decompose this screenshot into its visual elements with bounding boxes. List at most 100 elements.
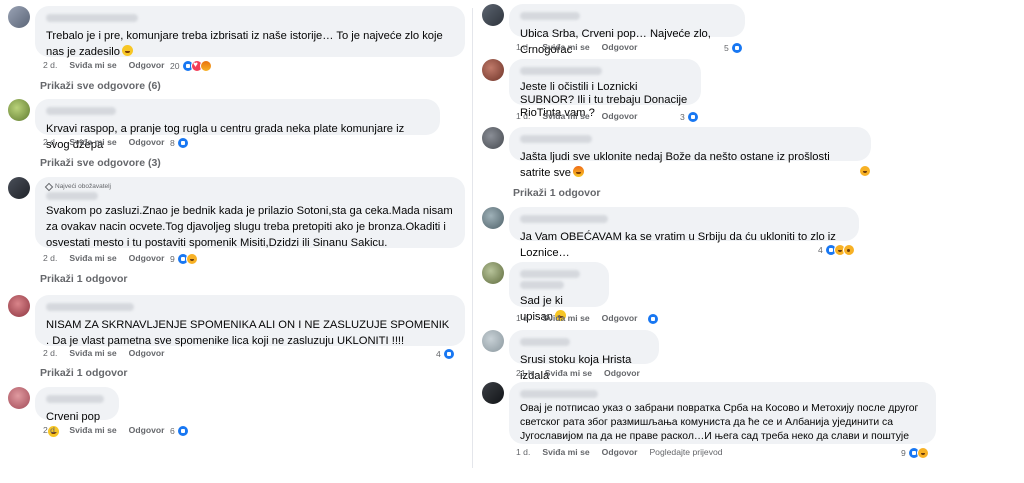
reaction-count: 6 [170,426,175,436]
author-name[interactable] [520,12,580,20]
show-replies-link[interactable]: Prikaži sve odgovore (3) [40,157,161,169]
show-replies-link[interactable]: Prikaži 1 odgovor [40,273,128,285]
haha-reaction-icon [916,447,929,459]
author-name[interactable] [520,390,598,398]
reaction-summary[interactable]: 4 [818,244,855,256]
avatar[interactable] [482,262,504,284]
avatar[interactable] [482,4,504,26]
reaction-count: 9 [170,254,175,264]
reaction-count: 5 [724,43,729,53]
comment-bubble: Jašta ljudi sve uklonite nedaj Bože da n… [509,127,871,179]
like-button[interactable]: Sviđa mi se [69,425,116,435]
like-reaction-icon [442,348,455,360]
like-button[interactable]: Sviđa mi se [542,111,589,121]
reaction-summary[interactable]: 20 [170,60,212,72]
reply-button[interactable]: Odgovor [602,313,638,323]
reply-button[interactable]: Odgovor [602,111,638,121]
show-replies-link[interactable]: Prikaži 1 odgovor [513,187,601,199]
like-button[interactable]: Sviđa mi se [542,313,589,323]
column-divider [472,8,473,468]
like-button[interactable]: Sviđa mi se [69,348,116,358]
avatar[interactable] [8,99,30,121]
timestamp[interactable]: 2 d. [43,137,57,147]
author-name[interactable] [46,107,116,115]
like-button[interactable]: Sviđa mi se [69,253,116,263]
comment-actions: 1 d. Sviđa mi se Odgovor Pogledajte prij… [516,447,723,457]
author-name[interactable] [520,270,580,278]
reaction-count: 8 [170,138,175,148]
timestamp[interactable]: 1 d. [516,111,530,121]
reaction-summary[interactable] [647,313,659,325]
comment-actions: 21 h Sviđa mi se Odgovor [516,368,640,378]
haha-reaction-icon [859,165,871,177]
comment-text: Ja Vam OBEĆAVAM ka se vratim u Srbiju da… [520,231,836,259]
reply-button[interactable]: Odgovor [602,447,638,457]
timestamp[interactable]: 2 d. [43,60,57,70]
like-button[interactable]: Sviđa mi se [545,368,592,378]
avatar[interactable] [482,382,504,404]
timestamp[interactable]: 1 d. [516,313,530,323]
author-name[interactable] [520,338,570,346]
avatar[interactable] [8,6,30,28]
avatar[interactable] [8,387,30,409]
reply-button[interactable]: Odgovor [129,425,165,435]
comment-actions: 2 d. Sviđa mi se Odgovor [43,137,164,147]
reaction-summary[interactable]: 9 [901,447,929,459]
author-name[interactable] [520,215,608,223]
like-reaction-icon [686,111,699,123]
wow-reaction-icon [842,244,855,256]
like-button[interactable]: Sviđa mi se [69,60,116,70]
like-button[interactable]: Sviđa mi se [69,137,116,147]
see-translation-link[interactable]: Pogledajte prijevod [649,447,722,457]
comment-actions: 2 d. Sviđa mi se Odgovor [43,253,164,263]
author-name[interactable] [46,14,138,22]
angry-emoji-icon [572,166,584,177]
reply-button[interactable]: Odgovor [129,137,165,147]
reaction-summary[interactable]: 5 [724,42,743,54]
like-button[interactable]: Sviđa mi se [542,447,589,457]
diamond-icon [44,182,54,191]
timestamp[interactable]: 2 d. [43,253,57,263]
comment-text: Jašta ljudi sve uklonite nedaj Bože da n… [520,151,830,179]
avatar[interactable] [8,295,30,317]
reaction-summary[interactable]: 9 [170,253,198,265]
reaction-summary[interactable]: 8 [170,137,189,149]
like-reaction-icon [730,42,743,54]
avatar[interactable] [482,330,504,352]
avatar[interactable] [482,59,504,81]
reaction-summary[interactable]: 3 [680,111,699,123]
author-name[interactable] [520,281,564,289]
timestamp[interactable]: 2 d. [43,425,57,435]
author-name[interactable] [46,303,134,311]
avatar[interactable] [482,127,504,149]
show-replies-link[interactable]: Prikaži sve odgovore (6) [40,80,161,92]
reaction-summary[interactable]: 4 [436,348,455,360]
haha-reaction-icon [185,253,198,265]
reply-button[interactable]: Odgovor [129,60,165,70]
timestamp[interactable]: 1 d. [516,42,530,52]
left-comments-column: Trebalo je i pre, komunjare treba izbris… [0,0,470,483]
comment-bubble: Ja Vam OBEĆAVAM ka se vratim u Srbiju da… [509,207,859,259]
reaction-summary[interactable]: 6 [170,425,189,437]
timestamp[interactable]: 21 h [516,368,533,378]
reply-button[interactable]: Odgovor [129,253,165,263]
comment-bubble: Srusi stoku koja Hrista izdala [509,330,659,382]
timestamp[interactable]: 2 d. [43,348,57,358]
comment-actions: 1 d. Sviđa mi se Odgovor [516,313,637,323]
author-name[interactable] [46,395,104,403]
reaction-count: 4 [818,245,823,255]
avatar[interactable] [8,177,30,199]
author-name[interactable] [520,135,592,143]
comment-actions: 2 d. Sviđa mi se Odgovor [43,348,164,358]
reply-button[interactable]: Odgovor [129,348,165,358]
reply-button[interactable]: Odgovor [602,42,638,52]
like-button[interactable]: Sviđa mi se [542,42,589,52]
timestamp[interactable]: 1 d. [516,447,530,457]
show-replies-link[interactable]: Prikaži 1 odgovor [40,367,128,379]
author-name[interactable] [46,192,98,200]
comment-actions: 2 d. Sviđa mi se Odgovor [43,60,164,70]
avatar[interactable] [482,207,504,229]
reaction-summary[interactable] [859,165,871,177]
reply-button[interactable]: Odgovor [604,368,640,378]
author-name[interactable] [520,67,602,75]
